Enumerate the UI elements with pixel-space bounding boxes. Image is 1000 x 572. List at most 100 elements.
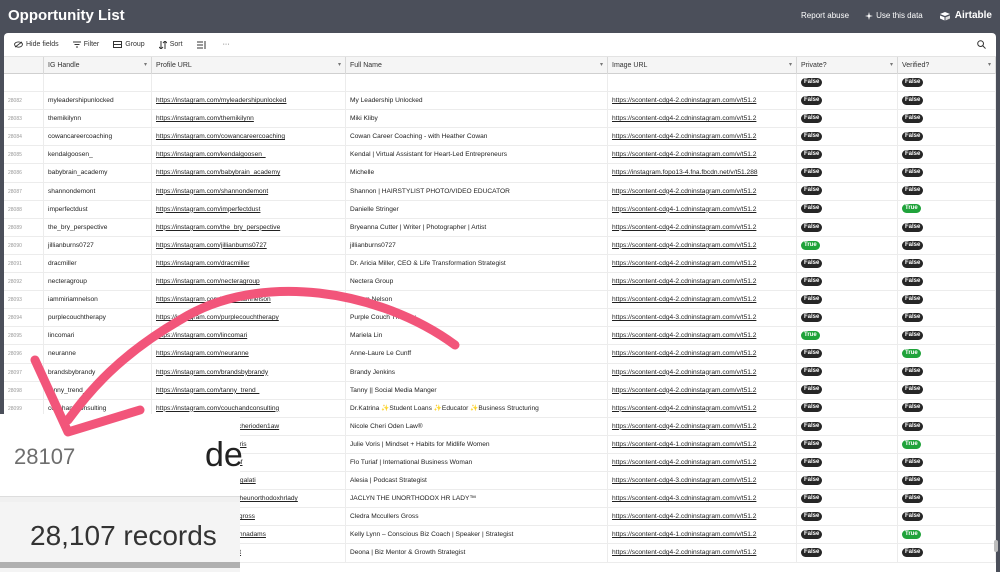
image-url-link[interactable]: https://instagram.fopo13-4.fna.fbcdn.net… <box>612 169 758 176</box>
private-cell[interactable]: False <box>797 345 898 364</box>
row-number[interactable]: 28088 <box>4 200 44 219</box>
image-url-cell[interactable]: https://scontent-cdg4-2.cdninstagram.com… <box>608 544 797 563</box>
image-url-link[interactable]: https://scontent-cdg4-2.cdninstagram.com… <box>612 423 756 430</box>
verified-cell[interactable]: False <box>898 110 996 129</box>
image-url-cell[interactable]: https://scontent-cdg4-2.cdninstagram.com… <box>608 417 797 436</box>
image-url-cell[interactable]: https://scontent-cdg4-2.cdninstagram.com… <box>608 110 797 129</box>
image-url-link[interactable]: https://scontent-cdg4-2.cdninstagram.com… <box>612 459 756 466</box>
column-header-image-url[interactable]: Image URL ▾ <box>608 57 797 74</box>
image-url-cell[interactable]: https://instagram.fopo13-4.fna.fbcdn.net… <box>608 164 797 183</box>
full-name-cell[interactable]: Dr.Katrina ✨Student Loans ✨Educator ✨Bus… <box>346 399 608 418</box>
profile-url-cell[interactable]: https://instagram.com/brandsbybrandy <box>152 363 346 382</box>
profile-url-link[interactable]: https://instagram.com/kendalgoosen_ <box>156 151 266 158</box>
image-url-cell[interactable]: https://scontent-cdg4-3.cdninstagram.com… <box>608 490 797 509</box>
more-options-button[interactable]: ··· <box>223 41 230 48</box>
verified-cell[interactable]: False <box>898 254 996 273</box>
profile-url-cell[interactable]: https://instagram.com/the_bry_perspectiv… <box>152 218 346 237</box>
row-number[interactable]: 28093 <box>4 291 44 310</box>
image-url-link[interactable]: https://scontent-cdg4-1.cdninstagram.com… <box>612 531 756 538</box>
profile-url-cell[interactable]: https://instagram.com/imperfectdust <box>152 200 346 219</box>
image-url-cell[interactable]: https://scontent-cdg4-2.cdninstagram.com… <box>608 92 797 111</box>
full-name-cell[interactable]: Julie Voris | Mindset + Habits for Midli… <box>346 435 608 454</box>
full-name-cell[interactable]: Brandy Jenkins <box>346 363 608 382</box>
image-url-cell[interactable]: https://scontent-cdg4-2.cdninstagram.com… <box>608 273 797 292</box>
image-url-link[interactable]: https://scontent-cdg4-2.cdninstagram.com… <box>612 115 756 122</box>
image-url-cell[interactable]: https://scontent-cdg4-2.cdninstagram.com… <box>608 508 797 527</box>
full-name-cell[interactable]: My Leadership Unlocked <box>346 92 608 111</box>
full-name-cell[interactable]: Nectera Group <box>346 273 608 292</box>
ig-handle-cell[interactable]: dracmiller <box>44 254 152 273</box>
ig-handle-cell[interactable]: myleadershipunlocked <box>44 92 152 111</box>
verified-cell[interactable]: False <box>898 363 996 382</box>
profile-url-link[interactable]: https://instagram.com/myleadershipunlock… <box>156 97 286 104</box>
ig-handle-cell[interactable]: brandsbybrandy <box>44 363 152 382</box>
verified-cell[interactable]: False <box>898 74 996 92</box>
verified-cell[interactable]: False <box>898 417 996 436</box>
profile-url-cell[interactable]: https://instagram.com/tanny_trend_ <box>152 381 346 400</box>
image-url-link[interactable]: https://scontent-cdg4-2.cdninstagram.com… <box>612 513 756 520</box>
ig-handle-cell[interactable]: iammiriamnelson <box>44 291 152 310</box>
verified-cell[interactable]: False <box>898 508 996 527</box>
private-cell[interactable]: True <box>797 236 898 255</box>
table-row[interactable]: False False <box>4 74 996 93</box>
chevron-down-icon[interactable]: ▾ <box>789 57 792 74</box>
image-url-cell[interactable]: https://scontent-cdg4-2.cdninstagram.com… <box>608 453 797 472</box>
profile-url-link[interactable]: https://instagram.com/iammiriamnelson <box>156 296 271 303</box>
private-cell[interactable]: False <box>797 74 898 92</box>
full-name-cell[interactable]: Flo Turiaf | International Business Woma… <box>346 453 608 472</box>
image-url-cell[interactable] <box>608 74 797 92</box>
image-url-link[interactable]: https://scontent-cdg4-3.cdninstagram.com… <box>612 477 756 484</box>
profile-url-link[interactable]: https://instagram.com/neuranne <box>156 350 249 357</box>
ig-handle-cell[interactable]: tanny_trend_ <box>44 381 152 400</box>
verified-cell[interactable]: False <box>898 490 996 509</box>
chevron-down-icon[interactable]: ▾ <box>144 57 147 74</box>
ig-handle-cell[interactable]: kendalgoosen_ <box>44 146 152 165</box>
full-name-cell[interactable]: Nicole Cheri Oden Law® <box>346 417 608 436</box>
row-number[interactable]: 28090 <box>4 236 44 255</box>
image-url-cell[interactable]: https://scontent-cdg4-2.cdninstagram.com… <box>608 291 797 310</box>
image-url-link[interactable]: https://scontent-cdg4-2.cdninstagram.com… <box>612 242 756 249</box>
full-name-cell[interactable]: Mariela Lin <box>346 327 608 346</box>
full-name-cell[interactable]: Bryeanna Cutter | Writer | Photographer … <box>346 218 608 237</box>
private-cell[interactable]: False <box>797 254 898 273</box>
image-url-link[interactable]: https://scontent-cdg4-2.cdninstagram.com… <box>612 369 756 376</box>
row-number[interactable]: 28086 <box>4 164 44 183</box>
profile-url-cell[interactable]: https://instagram.com/lincomari <box>152 327 346 346</box>
profile-url-cell[interactable]: https://instagram.com/shannondemont <box>152 182 346 201</box>
use-data-button[interactable]: Use this data <box>865 11 923 20</box>
private-cell[interactable]: False <box>797 146 898 165</box>
sort-button[interactable]: Sort <box>158 40 183 49</box>
profile-url-link[interactable]: https://instagram.com/jillianburns0727 <box>156 242 267 249</box>
ig-handle-cell[interactable]: shannondemont <box>44 182 152 201</box>
profile-url-link[interactable]: https://instagram.com/tanny_trend_ <box>156 387 259 394</box>
ig-handle-cell[interactable]: purplecouchtherapy <box>44 309 152 328</box>
profile-url-link[interactable]: https://instagram.com/brandsbybrandy <box>156 369 268 376</box>
image-url-cell[interactable]: https://scontent-cdg4-2.cdninstagram.com… <box>608 146 797 165</box>
full-name-cell[interactable] <box>346 74 608 92</box>
image-url-cell[interactable]: https://scontent-cdg4-2.cdninstagram.com… <box>608 128 797 147</box>
row-number[interactable]: 28085 <box>4 146 44 165</box>
private-cell[interactable]: False <box>797 453 898 472</box>
profile-url-link[interactable]: https://instagram.com/necteragroup <box>156 278 260 285</box>
image-url-link[interactable]: https://scontent-cdg4-2.cdninstagram.com… <box>612 97 756 104</box>
image-url-link[interactable]: https://scontent-cdg4-1.cdninstagram.com… <box>612 441 756 448</box>
profile-url-cell[interactable]: https://instagram.com/neuranne <box>152 345 346 364</box>
chevron-down-icon[interactable]: ▾ <box>338 57 341 74</box>
verified-cell[interactable]: False <box>898 273 996 292</box>
profile-url-link[interactable]: https://instagram.com/shannondemont <box>156 188 268 195</box>
full-name-cell[interactable]: Tanny || Social Media Manger <box>346 381 608 400</box>
table-row[interactable]: 28092 necteragroup https://instagram.com/n… <box>4 273 996 292</box>
row-number[interactable]: 28084 <box>4 128 44 147</box>
ig-handle-cell[interactable]: neuranne <box>44 345 152 364</box>
row-number[interactable]: 28087 <box>4 182 44 201</box>
image-url-cell[interactable]: https://scontent-cdg4-1.cdninstagram.com… <box>608 435 797 454</box>
verified-cell[interactable]: True <box>898 526 996 545</box>
image-url-link[interactable]: https://scontent-cdg4-2.cdninstagram.com… <box>612 133 756 140</box>
private-cell[interactable]: False <box>797 273 898 292</box>
table-row[interactable]: 28085 kendalgoosen_ https://instagram.com/… <box>4 146 996 165</box>
image-url-link[interactable]: https://scontent-cdg4-2.cdninstagram.com… <box>612 405 756 412</box>
chevron-down-icon[interactable]: ▾ <box>600 57 603 74</box>
image-url-cell[interactable]: https://scontent-cdg4-1.cdninstagram.com… <box>608 526 797 545</box>
horizontal-scrollbar[interactable] <box>0 562 240 568</box>
private-cell[interactable]: False <box>797 164 898 183</box>
